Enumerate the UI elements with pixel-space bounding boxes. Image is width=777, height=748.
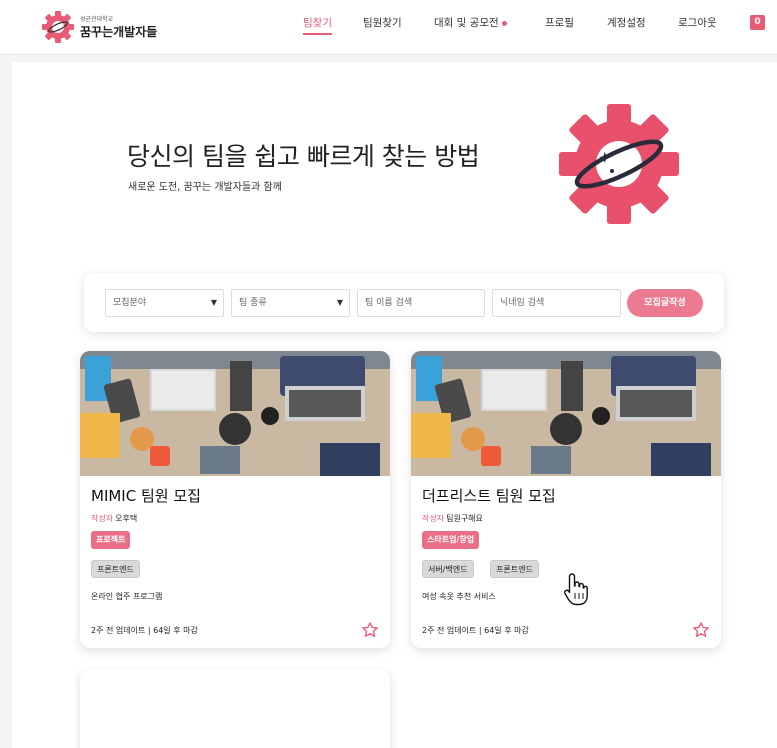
search-filter-bar: 모집분야 ▼ 팀 종류 ▼ 팀 이름 검색 닉네임 검색 모집글작성 [84, 273, 724, 332]
recruit-field-select[interactable]: 모집분야 ▼ [105, 289, 224, 317]
card-title: 더프리스트 팀원 모집 [422, 487, 556, 505]
category-tag: 프로젝트 [91, 531, 131, 549]
desk-laptops-photo [411, 351, 721, 476]
notification-badge[interactable]: 0 [750, 15, 765, 30]
card-description: 온라인 협주 프로그램 [91, 592, 163, 601]
team-name-search-input[interactable]: 팀 이름 검색 [357, 289, 485, 317]
star-outline-icon[interactable] [361, 621, 379, 639]
team-type-select[interactable]: 팀 종류 ▼ [231, 289, 350, 317]
nav-profile[interactable]: 프로필 [545, 15, 574, 30]
position-tag: 프론트엔드 [91, 560, 140, 578]
nav-find-team[interactable]: 팀찾기 [303, 15, 332, 35]
hero-title: 당신의 팀을 쉽고 빠르게 찾는 방법 [127, 142, 480, 171]
nav-logout[interactable]: 로그아웃 [678, 15, 717, 30]
team-card[interactable] [80, 669, 390, 748]
desk-laptops-photo [80, 351, 390, 476]
author-label: 작성자 [422, 514, 445, 523]
star-outline-icon[interactable] [692, 621, 710, 639]
card-author: 작성자 팀원구해요 [422, 513, 483, 524]
main-nav: 팀찾기 팀원찾기 대회 및 공모전 프로필 계정설정 로그아웃 [0, 15, 777, 35]
position-tag: 서버/백엔드 [422, 560, 474, 578]
author-name: 팀원구해요 [446, 514, 483, 523]
author-label: 작성자 [91, 514, 114, 523]
hand-pointer-cursor-icon [563, 573, 588, 606]
write-recruit-post-button[interactable]: 모집글작성 [627, 289, 703, 317]
nickname-search-input[interactable]: 닉네임 검색 [492, 289, 621, 317]
gear-planet-hero-icon [559, 104, 679, 224]
new-indicator-dot [501, 20, 507, 26]
hero-subtitle: 새로운 도전, 꿈꾸는 개발자들과 함께 [128, 182, 282, 193]
nav-account-settings[interactable]: 계정설정 [607, 15, 646, 30]
card-meta: 2주 전 업데이트 | 64일 후 마감 [422, 626, 529, 635]
card-description: 여성 속옷 추천 서비스 [422, 592, 496, 601]
category-tag: 스타트업/창업 [422, 531, 480, 549]
position-tag: 프론트엔드 [490, 560, 539, 578]
recruit-field-placeholder: 모집분야 [113, 298, 147, 308]
author-name: 오후택 [115, 514, 138, 523]
caret-down-icon: ▼ [336, 298, 343, 307]
team-card[interactable]: MIMIC 팀원 모집 작성자 오후택 프로젝트 프론트엔드 온라인 협주 프로그… [80, 351, 390, 648]
top-navbar: 성균관대학교 꿈꾸는개발자들 팀찾기 팀원찾기 대회 및 공모전 프로필 계정설… [0, 0, 777, 55]
team-type-placeholder: 팀 종류 [239, 298, 267, 308]
card-meta: 2주 전 업데이트 | 64일 후 마감 [91, 626, 198, 635]
caret-down-icon: ▼ [210, 298, 217, 307]
card-title: MIMIC 팀원 모집 [91, 487, 201, 505]
nav-find-member[interactable]: 팀원찾기 [363, 15, 402, 30]
nav-contests-label: 대회 및 공모전 [434, 17, 499, 29]
card-author: 작성자 오후택 [91, 513, 137, 524]
nav-contests[interactable]: 대회 및 공모전 [434, 15, 507, 30]
